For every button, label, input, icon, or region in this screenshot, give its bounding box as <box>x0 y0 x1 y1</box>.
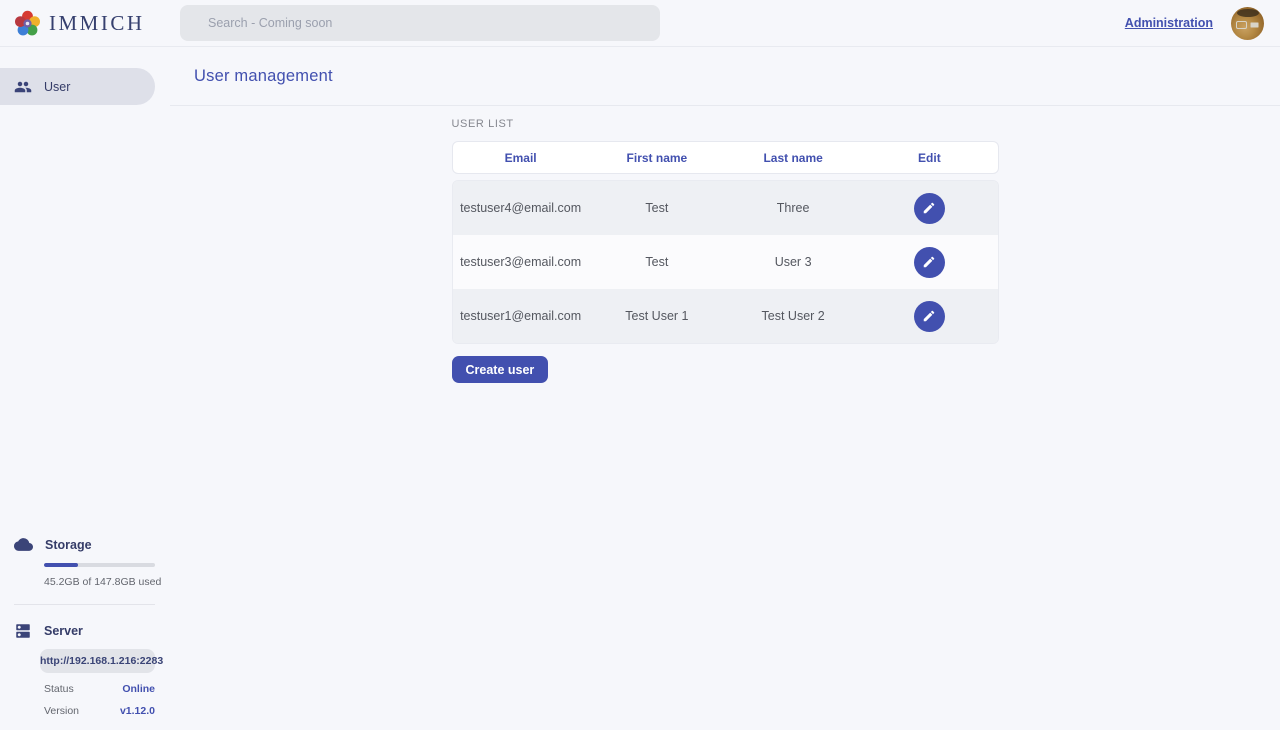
status-label: Status <box>44 683 74 695</box>
cell-email: testuser1@email.com <box>453 309 589 323</box>
main-header: User management <box>170 47 1280 106</box>
cell-email: testuser3@email.com <box>453 255 589 269</box>
server-status-row: Status Online <box>44 683 155 695</box>
page-title: User management <box>194 67 333 86</box>
edit-user-button[interactable] <box>914 193 945 224</box>
storage-progress-fill <box>44 563 78 567</box>
cell-last-name: Test User 2 <box>725 309 861 323</box>
table-row: testuser1@email.com Test User 1 Test Use… <box>453 289 998 343</box>
storage-usage-text: 45.2GB of 147.8GB used <box>44 576 155 588</box>
cell-first-name: Test <box>589 255 725 269</box>
edit-user-button[interactable] <box>914 247 945 278</box>
status-value: Online <box>122 683 155 695</box>
version-label: Version <box>44 705 79 717</box>
pencil-icon <box>922 201 936 215</box>
user-list-label: USER LIST <box>452 118 999 130</box>
server-title: Server <box>44 624 83 638</box>
storage-progress-bar <box>44 563 155 567</box>
storage-section-header: Storage <box>14 535 155 554</box>
brand-wordmark: IMMICH <box>49 11 145 36</box>
user-table: testuser4@email.com Test Three <box>452 180 999 344</box>
cell-first-name: Test User 1 <box>589 309 725 323</box>
pencil-icon <box>922 255 936 269</box>
user-avatar[interactable] <box>1231 7 1264 40</box>
edit-user-button[interactable] <box>914 301 945 332</box>
server-icon <box>14 622 32 640</box>
column-header-email: Email <box>453 151 589 165</box>
search-input[interactable] <box>180 5 660 41</box>
table-row: testuser3@email.com Test User 3 <box>453 235 998 289</box>
cell-email: testuser4@email.com <box>453 201 589 215</box>
administration-link[interactable]: Administration <box>1125 16 1213 30</box>
column-header-first-name: First name <box>589 151 725 165</box>
main-content: User management USER LIST Email First na… <box>170 47 1280 730</box>
cloud-icon <box>14 535 33 554</box>
sidebar-status-panel: Storage 45.2GB of 147.8GB used Server ht… <box>0 535 170 730</box>
cell-last-name: Three <box>725 201 861 215</box>
sidebar: User Storage 45.2GB of 147.8GB used <box>0 47 170 730</box>
column-header-edit: Edit <box>861 151 997 165</box>
sidebar-item-user-label: User <box>44 80 70 94</box>
server-version-row: Version v1.12.0 <box>44 705 155 717</box>
pencil-icon <box>922 309 936 323</box>
sidebar-item-user[interactable]: User <box>0 68 155 105</box>
sidebar-divider <box>14 604 155 605</box>
table-row: testuser4@email.com Test Three <box>453 181 998 235</box>
version-value: v1.12.0 <box>120 705 155 717</box>
immich-logo-icon <box>14 10 41 37</box>
cell-first-name: Test <box>589 201 725 215</box>
server-section-header: Server <box>14 622 155 640</box>
users-group-icon <box>14 78 32 96</box>
column-header-last-name: Last name <box>725 151 861 165</box>
top-bar: IMMICH Administration <box>0 0 1280 47</box>
create-user-button[interactable]: Create user <box>452 356 549 383</box>
table-header-row: Email First name Last name Edit <box>452 141 999 174</box>
storage-title: Storage <box>45 538 92 552</box>
brand[interactable]: IMMICH <box>0 10 166 37</box>
cell-last-name: User 3 <box>725 255 861 269</box>
server-url-badge: http://192.168.1.216:2283 <box>40 649 155 673</box>
